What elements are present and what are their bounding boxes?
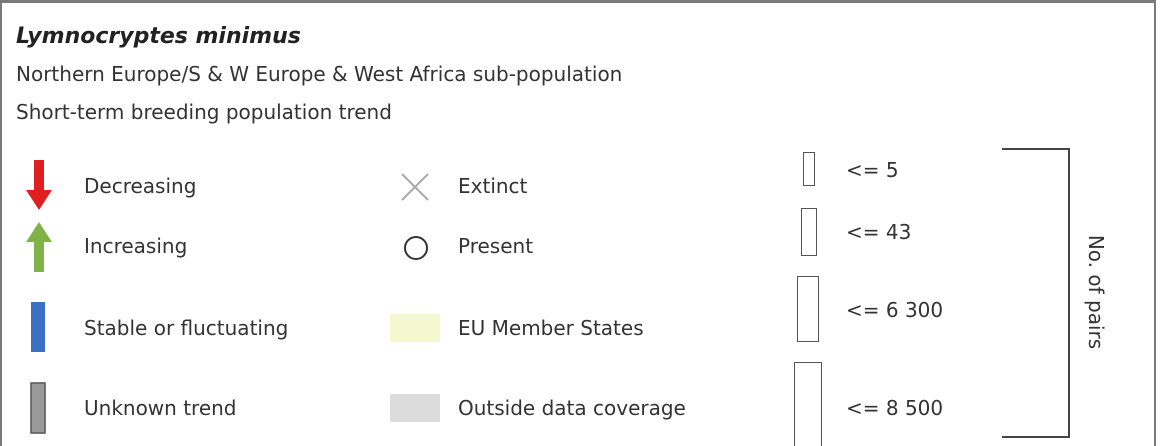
eu-member-states-patch — [390, 314, 440, 342]
arrow-down-icon — [26, 160, 52, 210]
species-name: Lymnocryptes minimus — [16, 24, 301, 49]
size-bar-5 — [803, 152, 815, 186]
size-label-43: <= 43 — [846, 220, 912, 244]
size-label-6300: <= 6 300 — [846, 298, 944, 322]
unknown-bar-icon — [30, 382, 46, 434]
trend-title: Short-term breeding population trend — [16, 100, 392, 124]
size-bar-43 — [801, 208, 817, 256]
trend-label-decreasing: Decreasing — [84, 174, 197, 198]
size-bar-6300 — [797, 276, 819, 342]
status-label-present: Present — [458, 234, 534, 258]
trend-label-unknown: Unknown trend — [84, 396, 237, 420]
outside-coverage-patch — [390, 394, 440, 422]
subpopulation-label: Northern Europe/S & W Europe & West Afri… — [16, 62, 623, 86]
status-label-eu: EU Member States — [458, 316, 644, 340]
arrow-up-icon — [26, 222, 52, 272]
pairs-bracket — [1002, 148, 1070, 438]
circle-icon — [404, 236, 428, 260]
cross-icon — [401, 173, 429, 201]
size-label-5: <= 5 — [846, 158, 899, 182]
trend-label-increasing: Increasing — [84, 234, 188, 258]
size-bar-8500 — [794, 362, 822, 446]
status-label-outside: Outside data coverage — [458, 396, 686, 420]
size-label-8500: <= 8 500 — [846, 396, 944, 420]
stable-bar-icon — [31, 302, 45, 352]
trend-label-stable: Stable or fluctuating — [84, 316, 289, 340]
pairs-axis-label: No. of pairs — [1084, 234, 1108, 350]
status-label-extinct: Extinct — [458, 174, 528, 198]
